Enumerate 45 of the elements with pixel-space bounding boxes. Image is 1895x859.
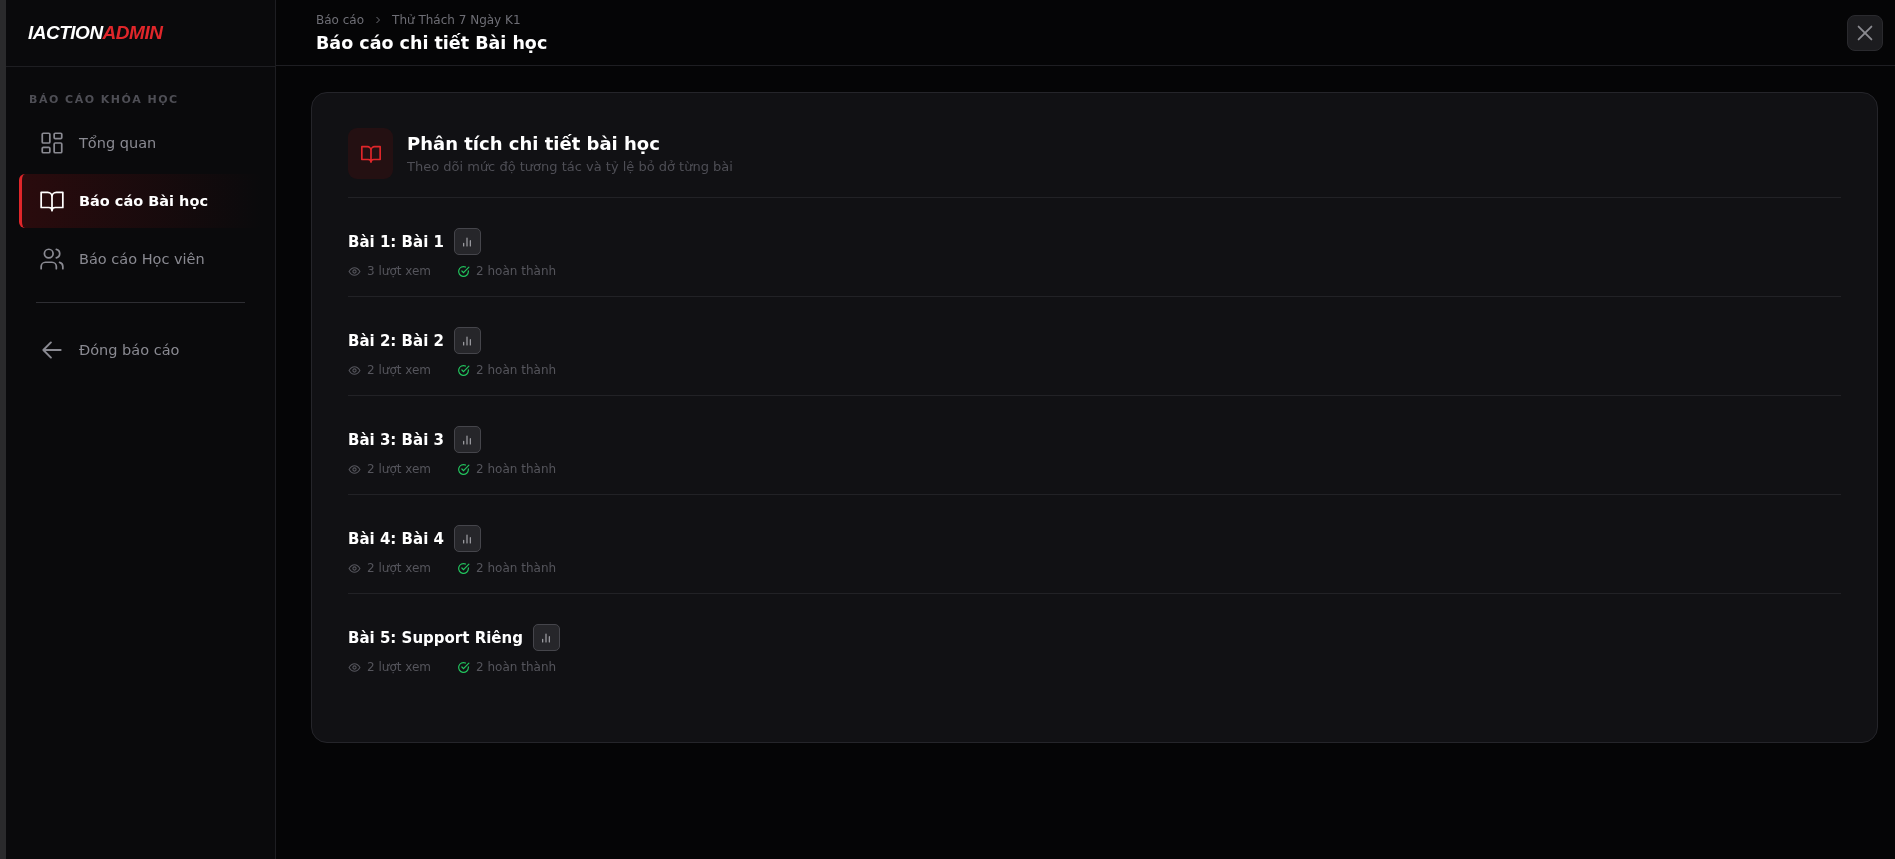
breadcrumb-item[interactable]: Báo cáo — [316, 12, 365, 27]
page-title: Báo cáo chi tiết Bài học — [316, 32, 548, 53]
book-icon — [39, 188, 65, 214]
users-icon — [39, 246, 65, 272]
chart-button[interactable] — [453, 525, 481, 552]
close-button[interactable] — [1847, 14, 1883, 51]
check-circle-icon — [457, 660, 471, 674]
chart-button[interactable] — [453, 327, 481, 354]
view-count: 3 lượt xem — [367, 264, 432, 278]
check-circle-icon — [457, 561, 471, 575]
breadcrumb-item[interactable]: Thử Thách 7 Ngày K1 — [392, 12, 521, 27]
completion-count: 2 hoàn thành — [476, 363, 557, 377]
lesson-title: Bài 5: Support Riêng — [348, 628, 523, 647]
book-icon — [348, 128, 393, 179]
completion-count: 2 hoàn thành — [476, 264, 557, 278]
nav-item[interactable]: Báo cáo Học viên — [19, 232, 262, 286]
card-subtitle: Theo dõi mức độ tương tác và tỷ lệ bỏ dở từng bài — [407, 159, 733, 174]
close-report-link[interactable]: Đóng báo cáo — [19, 323, 262, 377]
card-title: Phân tích chi tiết bài học — [407, 133, 661, 154]
lesson-title: Bài 1: Bài 1 — [348, 232, 444, 251]
eye-icon — [348, 363, 361, 377]
view-count: 2 lượt xem — [367, 363, 432, 377]
nav-item[interactable]: Tổng quan — [19, 116, 262, 170]
check-circle-icon — [457, 363, 471, 377]
eye-icon — [348, 561, 361, 575]
view-count: 2 lượt xem — [367, 462, 432, 476]
chart-button[interactable] — [453, 228, 481, 255]
grid-icon — [39, 130, 65, 156]
eye-icon — [348, 264, 361, 278]
view-count: 2 lượt xem — [367, 660, 432, 674]
eye-icon — [348, 462, 361, 476]
check-circle-icon — [457, 462, 471, 476]
eye-icon — [348, 660, 361, 674]
chart-button[interactable] — [453, 426, 481, 453]
lesson-title: Bài 2: Bài 2 — [348, 331, 444, 350]
lesson-title: Bài 3: Bài 3 — [348, 430, 444, 449]
view-count: 2 lượt xem — [367, 561, 432, 575]
section-title: BÁO CÁO KHÓA HỌC — [28, 93, 180, 108]
chart-button[interactable] — [532, 624, 560, 651]
completion-count: 2 hoàn thành — [476, 462, 557, 476]
lesson-title: Bài 4: Bài 4 — [348, 529, 444, 548]
completion-count: 2 hoàn thành — [476, 660, 557, 674]
logo: IACTIONADMIN — [28, 22, 163, 44]
completion-count: 2 hoàn thành — [476, 561, 557, 575]
check-circle-icon — [457, 264, 471, 278]
